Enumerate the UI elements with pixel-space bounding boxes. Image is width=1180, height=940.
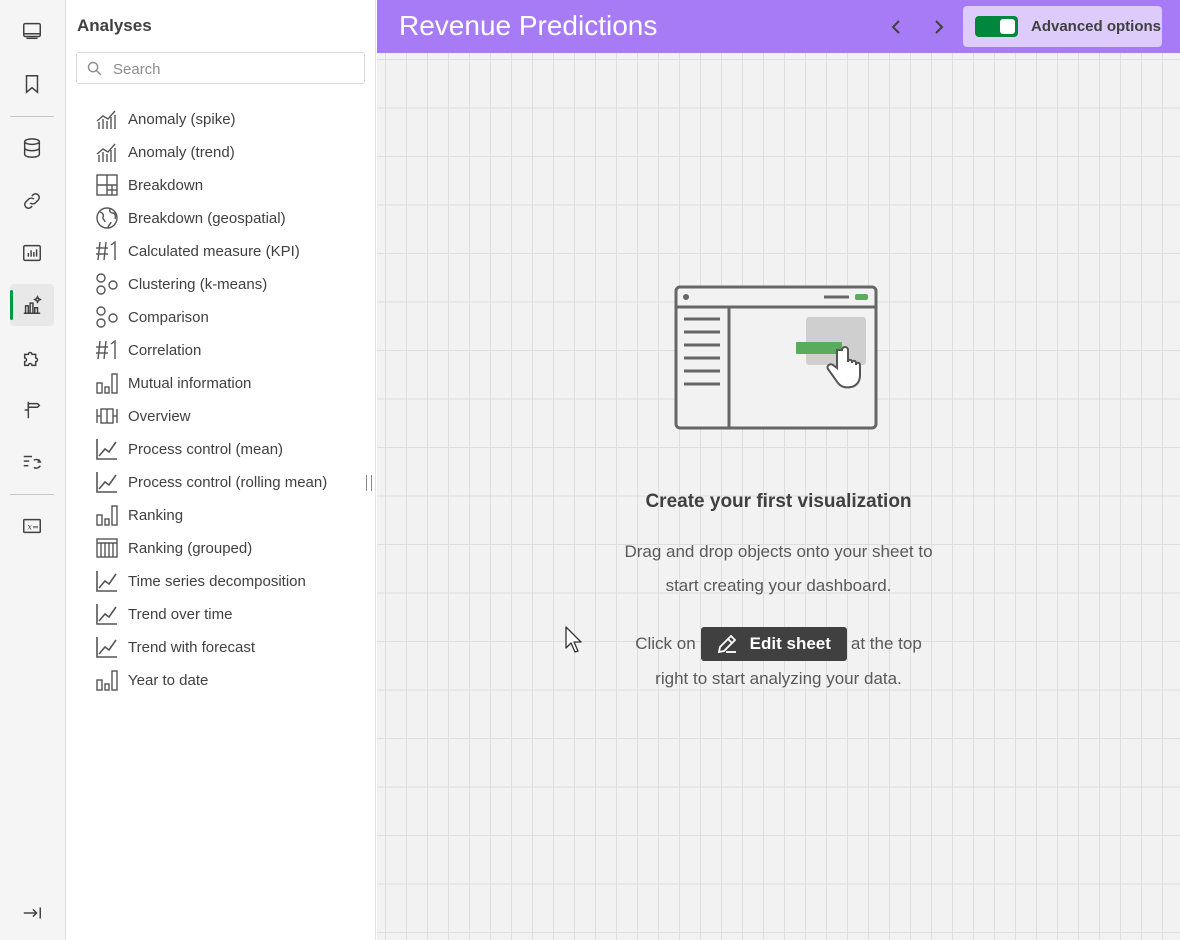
bookmark-icon[interactable] xyxy=(10,63,54,105)
empty-state-line: start creating your dashboard. xyxy=(665,576,892,595)
line-chart-icon xyxy=(95,569,119,593)
analysis-list-item[interactable]: Calculated measure (KPI) xyxy=(86,237,366,265)
anomaly-icon xyxy=(95,107,119,131)
left-rail: x= xyxy=(0,0,66,940)
pencil-icon xyxy=(717,634,736,654)
sheet-title: Revenue Predictions xyxy=(399,10,658,41)
analysis-list-item[interactable]: Anomaly (spike) xyxy=(86,105,366,133)
empty-state-title: Create your first visualization xyxy=(645,491,912,512)
analysis-label: Breakdown xyxy=(128,176,204,194)
analysis-list-item[interactable]: Process control (rolling mean) xyxy=(86,468,366,496)
analysis-label: Trend over time xyxy=(128,605,233,623)
line-chart-icon xyxy=(95,437,119,461)
search-input[interactable] xyxy=(113,59,353,79)
analysis-label: Time series decomposition xyxy=(128,572,306,590)
analysis-label: Year to date xyxy=(128,671,209,689)
analysis-list-item[interactable]: Time series decomposition xyxy=(86,567,366,595)
analysis-list-item[interactable]: Comparison xyxy=(86,303,366,331)
analysis-list-item[interactable]: Trend with forecast xyxy=(86,633,366,661)
chevron-right-icon xyxy=(935,20,944,34)
sheet-header: Revenue Predictions Advanced options xyxy=(377,0,1180,53)
chevron-left-icon xyxy=(891,20,900,34)
database-icon[interactable] xyxy=(10,127,54,169)
analytics-icon[interactable] xyxy=(10,284,54,326)
analysis-label: Trend with forecast xyxy=(128,638,255,656)
globe-icon xyxy=(95,206,119,230)
analysis-label: Ranking xyxy=(128,506,184,524)
analysis-label: Calculated measure (KPI) xyxy=(128,242,300,260)
empty-state-line: right to start analyzing your data. xyxy=(655,669,902,688)
kpi-icon xyxy=(95,338,119,362)
clustering-icon xyxy=(95,305,119,329)
next-sheet-button[interactable] xyxy=(923,12,953,42)
analysis-label: Anomaly (trend) xyxy=(128,143,235,161)
analyses-panel: Analyses Anomaly (spike) Anomaly (trend) B… xyxy=(66,0,376,940)
edit-sheet-label: Edit sheet xyxy=(749,634,831,653)
clustering-icon xyxy=(95,272,119,296)
analysis-list-item[interactable]: Process control (mean) xyxy=(86,435,366,463)
analysis-list-item[interactable]: Ranking xyxy=(86,501,366,529)
line-chart-icon xyxy=(95,470,119,494)
sheet-canvas[interactable]: Create your first visualization Drag and… xyxy=(377,53,1180,940)
anomaly-icon xyxy=(95,140,119,164)
previous-sheet-button[interactable] xyxy=(882,12,912,42)
table-icon xyxy=(95,536,119,560)
analysis-label: Process control (rolling mean) xyxy=(128,473,328,491)
analysis-list-item[interactable]: Trend over time xyxy=(86,600,366,628)
signpost-icon[interactable] xyxy=(10,389,54,431)
chart-icon[interactable] xyxy=(10,232,54,274)
panel-resize-handle[interactable] xyxy=(366,475,372,491)
analysis-list-item[interactable]: Anomaly (trend) xyxy=(86,138,366,166)
bar-chart-icon xyxy=(95,503,119,527)
advanced-options-label: Advanced options xyxy=(1031,18,1162,35)
svg-text:x=: x= xyxy=(27,522,39,532)
analysis-list-item[interactable]: Breakdown (geospatial) xyxy=(86,204,366,232)
line-chart-icon xyxy=(95,635,119,659)
bar-chart-icon xyxy=(95,668,119,692)
automation-icon[interactable] xyxy=(10,441,54,483)
analysis-label: Clustering (k-means) xyxy=(128,275,268,293)
edit-instruction: Click on Edit sheet at the top xyxy=(377,627,1180,661)
analysis-list-item[interactable]: Correlation xyxy=(86,336,366,364)
analysis-label: Anomaly (spike) xyxy=(128,110,236,128)
analysis-list-item[interactable]: Year to date xyxy=(86,666,366,694)
empty-state-line: Drag and drop objects onto your sheet to xyxy=(624,542,933,561)
panel-title: Analyses xyxy=(77,16,152,35)
sheets-icon[interactable] xyxy=(10,10,54,52)
analysis-list-item[interactable]: Breakdown xyxy=(86,171,366,199)
collapse-panel-icon[interactable] xyxy=(10,892,54,934)
analysis-label: Overview xyxy=(128,407,191,425)
analysis-label: Ranking (grouped) xyxy=(128,539,253,557)
click-suffix: at the top xyxy=(850,634,922,653)
search-icon xyxy=(87,61,102,76)
advanced-options-toggle[interactable]: Advanced options xyxy=(963,6,1162,47)
analysis-label: Comparison xyxy=(128,308,209,326)
analysis-label: Correlation xyxy=(128,341,202,359)
analysis-label: Process control (mean) xyxy=(128,440,284,458)
link-icon[interactable] xyxy=(10,180,54,222)
edit-sheet-button[interactable]: Edit sheet xyxy=(700,627,847,661)
breakdown-icon xyxy=(95,173,119,197)
analysis-list-item[interactable]: Overview xyxy=(86,402,366,430)
variable-icon[interactable]: x= xyxy=(10,505,54,547)
analysis-label: Breakdown (geospatial) xyxy=(128,209,286,227)
boxplot-icon xyxy=(95,404,119,428)
line-chart-icon xyxy=(95,602,119,626)
analysis-label: Mutual information xyxy=(128,374,252,392)
puzzle-icon[interactable] xyxy=(10,337,54,379)
empty-sheet-illustration xyxy=(674,285,878,430)
bar-chart-icon xyxy=(95,371,119,395)
mouse-cursor-icon xyxy=(565,626,582,653)
analysis-list-item[interactable]: Ranking (grouped) xyxy=(86,534,366,562)
search-box[interactable] xyxy=(76,52,365,84)
analysis-list-item[interactable]: Clustering (k-means) xyxy=(86,270,366,298)
analysis-list-item[interactable]: Mutual information xyxy=(86,369,366,397)
kpi-icon xyxy=(95,239,119,263)
toggle-switch[interactable] xyxy=(975,16,1018,37)
click-prefix: Click on xyxy=(635,634,696,653)
